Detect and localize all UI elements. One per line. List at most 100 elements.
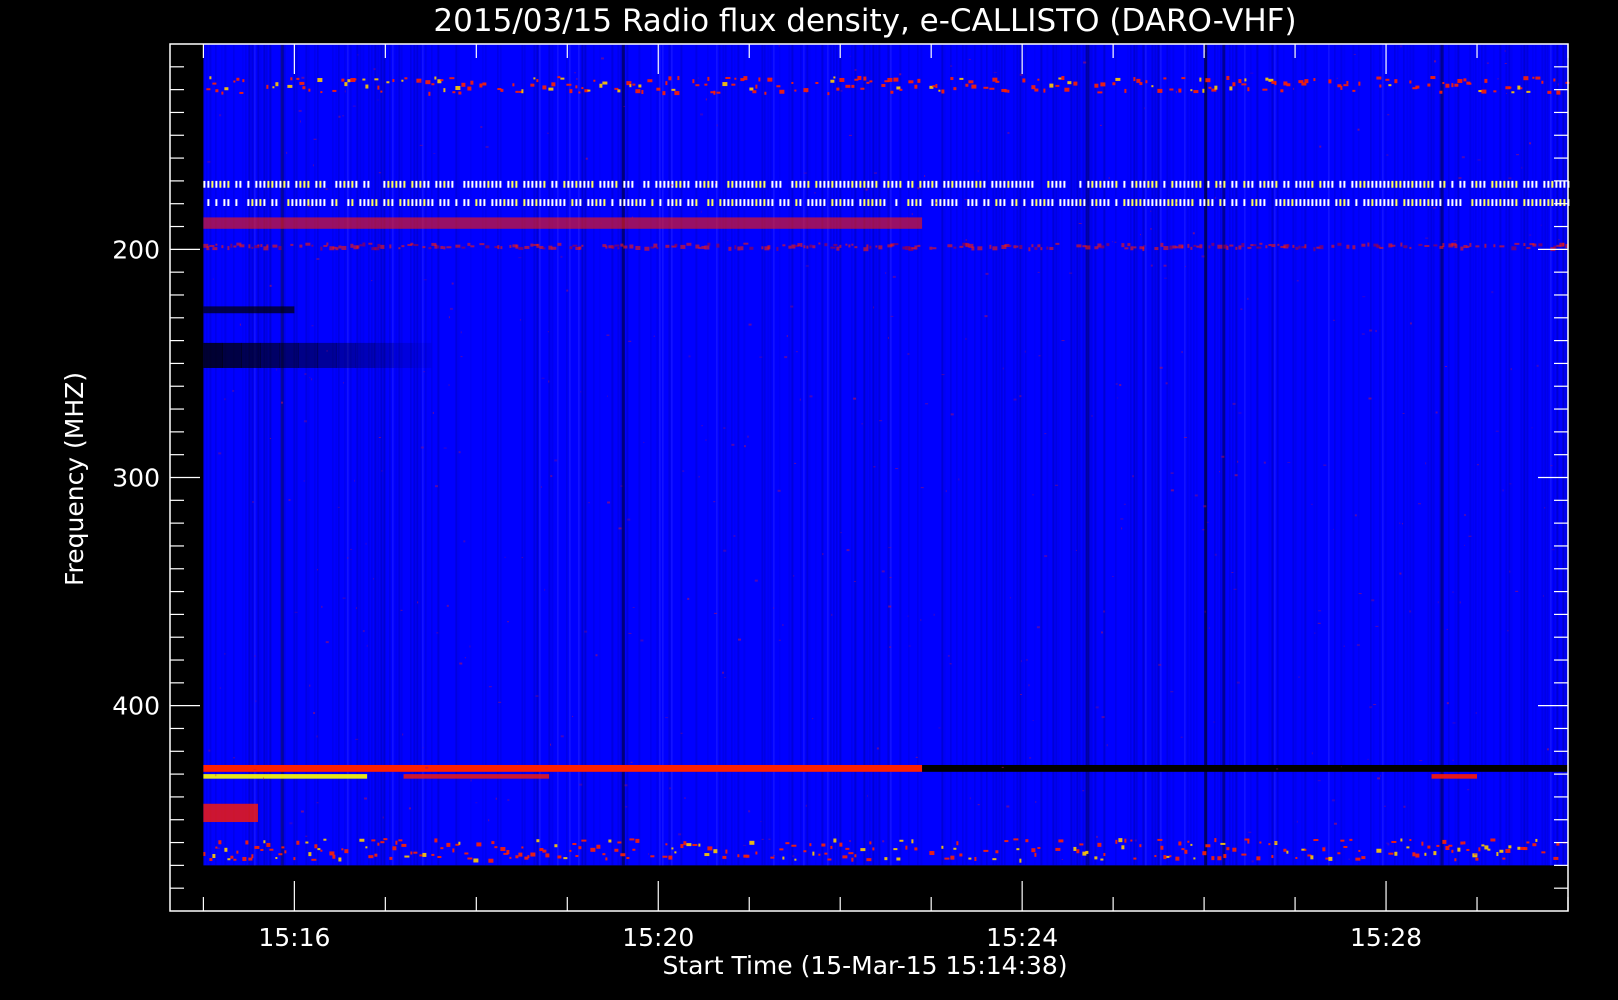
band-speck [812,245,816,249]
band-segment [392,342,413,368]
band-speck [686,242,692,246]
dark-column [1085,44,1089,866]
striation [1370,44,1372,866]
band-speck [1190,89,1193,92]
striation [233,44,235,866]
noise-speck [786,335,788,338]
striation [398,44,401,866]
noise-speck [1509,483,1512,485]
band-dash [1147,199,1150,206]
noise-speck [1425,462,1427,465]
band-speck [929,851,935,856]
band-dash [375,199,378,206]
band-speck [1085,245,1091,250]
band-speck [1319,245,1324,250]
noise-speck [890,315,894,317]
noise-speck [879,420,883,422]
band-dash [1503,180,1506,188]
noise-speck [938,727,941,729]
band-dash [739,199,742,206]
band-speck [1274,82,1277,86]
noise-speck [1409,322,1412,325]
noise-speck [337,506,340,508]
band-speck [1175,246,1179,249]
band-speck [296,77,300,80]
noise-speck [889,646,892,648]
band-dash [487,180,490,188]
band-speck [515,90,519,93]
striation [482,44,484,866]
noise-speck [365,542,367,545]
band-speck [278,246,282,251]
noise-speck [965,239,967,242]
noise-speck [1531,427,1533,429]
noise-speck [1247,297,1249,300]
noise-speck [347,556,349,559]
band-speck [1145,80,1148,84]
noise-speck [867,794,869,797]
band-speck [242,856,247,861]
noise-speck [1319,145,1322,148]
striation [1169,44,1171,866]
striation [1505,44,1508,866]
band-dash [1359,180,1362,188]
band-speck [374,853,378,857]
band-dash [511,180,514,188]
noise-speck [1091,415,1094,417]
striation [557,44,559,866]
band-speck [1160,242,1164,247]
band-dash [1355,180,1358,188]
band-speck [392,846,397,851]
band-dash [1183,180,1186,188]
band-speck [932,85,936,88]
band-dash [555,180,558,188]
dark-column [1222,44,1226,866]
striation [878,44,881,866]
band-speck [413,244,419,247]
band-dash [1215,180,1218,188]
band-speck [575,85,578,89]
band-dash [851,180,854,188]
noise-speck [1201,255,1205,258]
noise-speck [1099,124,1102,126]
band-dash [271,180,274,188]
band-speck [1409,838,1412,841]
band-speck [1154,855,1157,858]
band-dash [455,199,458,206]
band-dash [247,199,250,206]
band-segment [260,342,280,368]
band-speck [1493,244,1496,248]
noise-speck [790,305,794,308]
band-dash [823,199,826,206]
band-dash [627,180,630,188]
band-speck [1190,246,1193,250]
band-speck [320,91,323,94]
band-speck [476,842,482,847]
band-speck [221,91,224,95]
noise-speck [669,184,673,187]
x-axis-label: Start Time (15-Mar-15 15:14:38) [662,951,1067,980]
band-speck [563,857,568,860]
noise-speck [724,677,726,679]
band-speck [1271,244,1276,248]
band-dash [1507,180,1510,188]
band-dash [275,180,278,188]
band-speck [305,242,311,246]
band-dash [639,199,642,206]
band-speck [1229,244,1234,247]
band-speck [1508,845,1512,849]
band-speck [1259,242,1263,245]
band-speck [671,847,674,850]
band-dash [1407,180,1410,188]
band-speck [260,848,264,851]
band-speck [263,840,266,844]
band-speck [1196,245,1200,248]
band-dash [1139,199,1142,206]
band-speck [764,91,767,95]
band-dash [211,180,214,188]
band-dash [1243,180,1246,188]
band-dash [611,199,614,206]
band-dash [351,180,354,188]
band-speck [1376,76,1382,80]
band-dash [503,199,506,206]
